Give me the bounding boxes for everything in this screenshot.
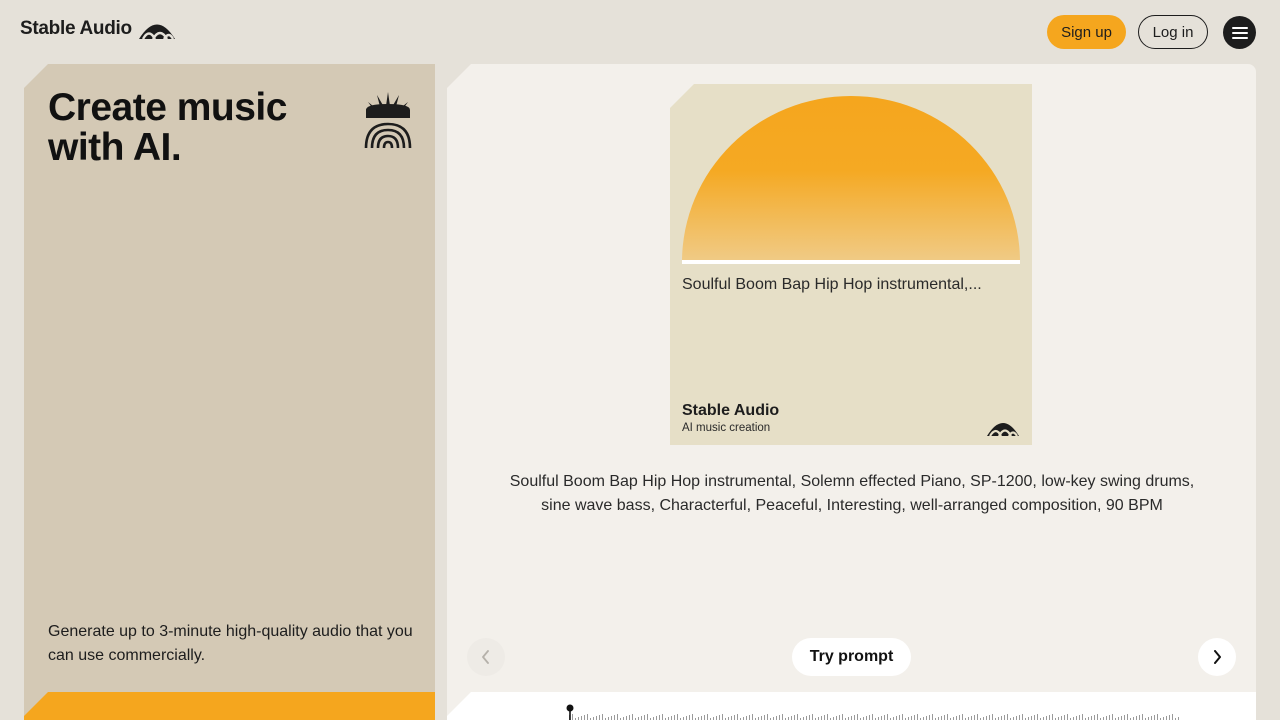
cta-bar[interactable]	[24, 692, 435, 720]
hero-panel: Create music with AI. Generate up to 3-m…	[24, 64, 435, 720]
stable-audio-logo-icon	[138, 24, 175, 40]
sun-artwork	[682, 96, 1020, 264]
album-cover-card[interactable]: Soulful Boom Bap Hip Hop instrumental,..…	[670, 84, 1032, 445]
hamburger-menu-icon	[1231, 26, 1248, 39]
cover-subtitle: AI music creation	[682, 422, 771, 434]
playhead-handle[interactable]	[566, 704, 574, 720]
brand-name: Stable Audio	[20, 18, 132, 39]
waveform[interactable]	[565, 710, 1180, 720]
signup-button[interactable]: Sign up	[1047, 15, 1126, 49]
chevron-left-icon	[482, 650, 489, 664]
login-button[interactable]: Log in	[1138, 15, 1208, 49]
menu-button[interactable]	[1223, 16, 1256, 49]
cover-brand: Stable Audio	[682, 402, 780, 419]
sunrise-rainbow-icon	[364, 92, 412, 148]
stable-audio-logo-icon	[987, 423, 1019, 436]
try-prompt-button[interactable]: Try prompt	[792, 638, 911, 676]
cover-track-title: Soulful Boom Bap Hip Hop instrumental,..…	[682, 276, 982, 293]
prompt-text: Soulful Boom Bap Hip Hop instrumental, S…	[509, 473, 1195, 514]
audio-player[interactable]	[447, 692, 1256, 720]
hero-title: Create music with AI.	[48, 86, 287, 169]
hero-description: Generate up to 3-minute high-quality aud…	[48, 623, 413, 664]
brand-link[interactable]: Stable Audio	[20, 18, 176, 40]
previous-button[interactable]	[467, 638, 505, 676]
next-button[interactable]	[1198, 638, 1236, 676]
site-header: Stable Audio Sign up Log in	[0, 0, 1280, 64]
showcase-panel: Soulful Boom Bap Hip Hop instrumental,..…	[447, 64, 1256, 720]
chevron-right-icon	[1214, 650, 1221, 664]
